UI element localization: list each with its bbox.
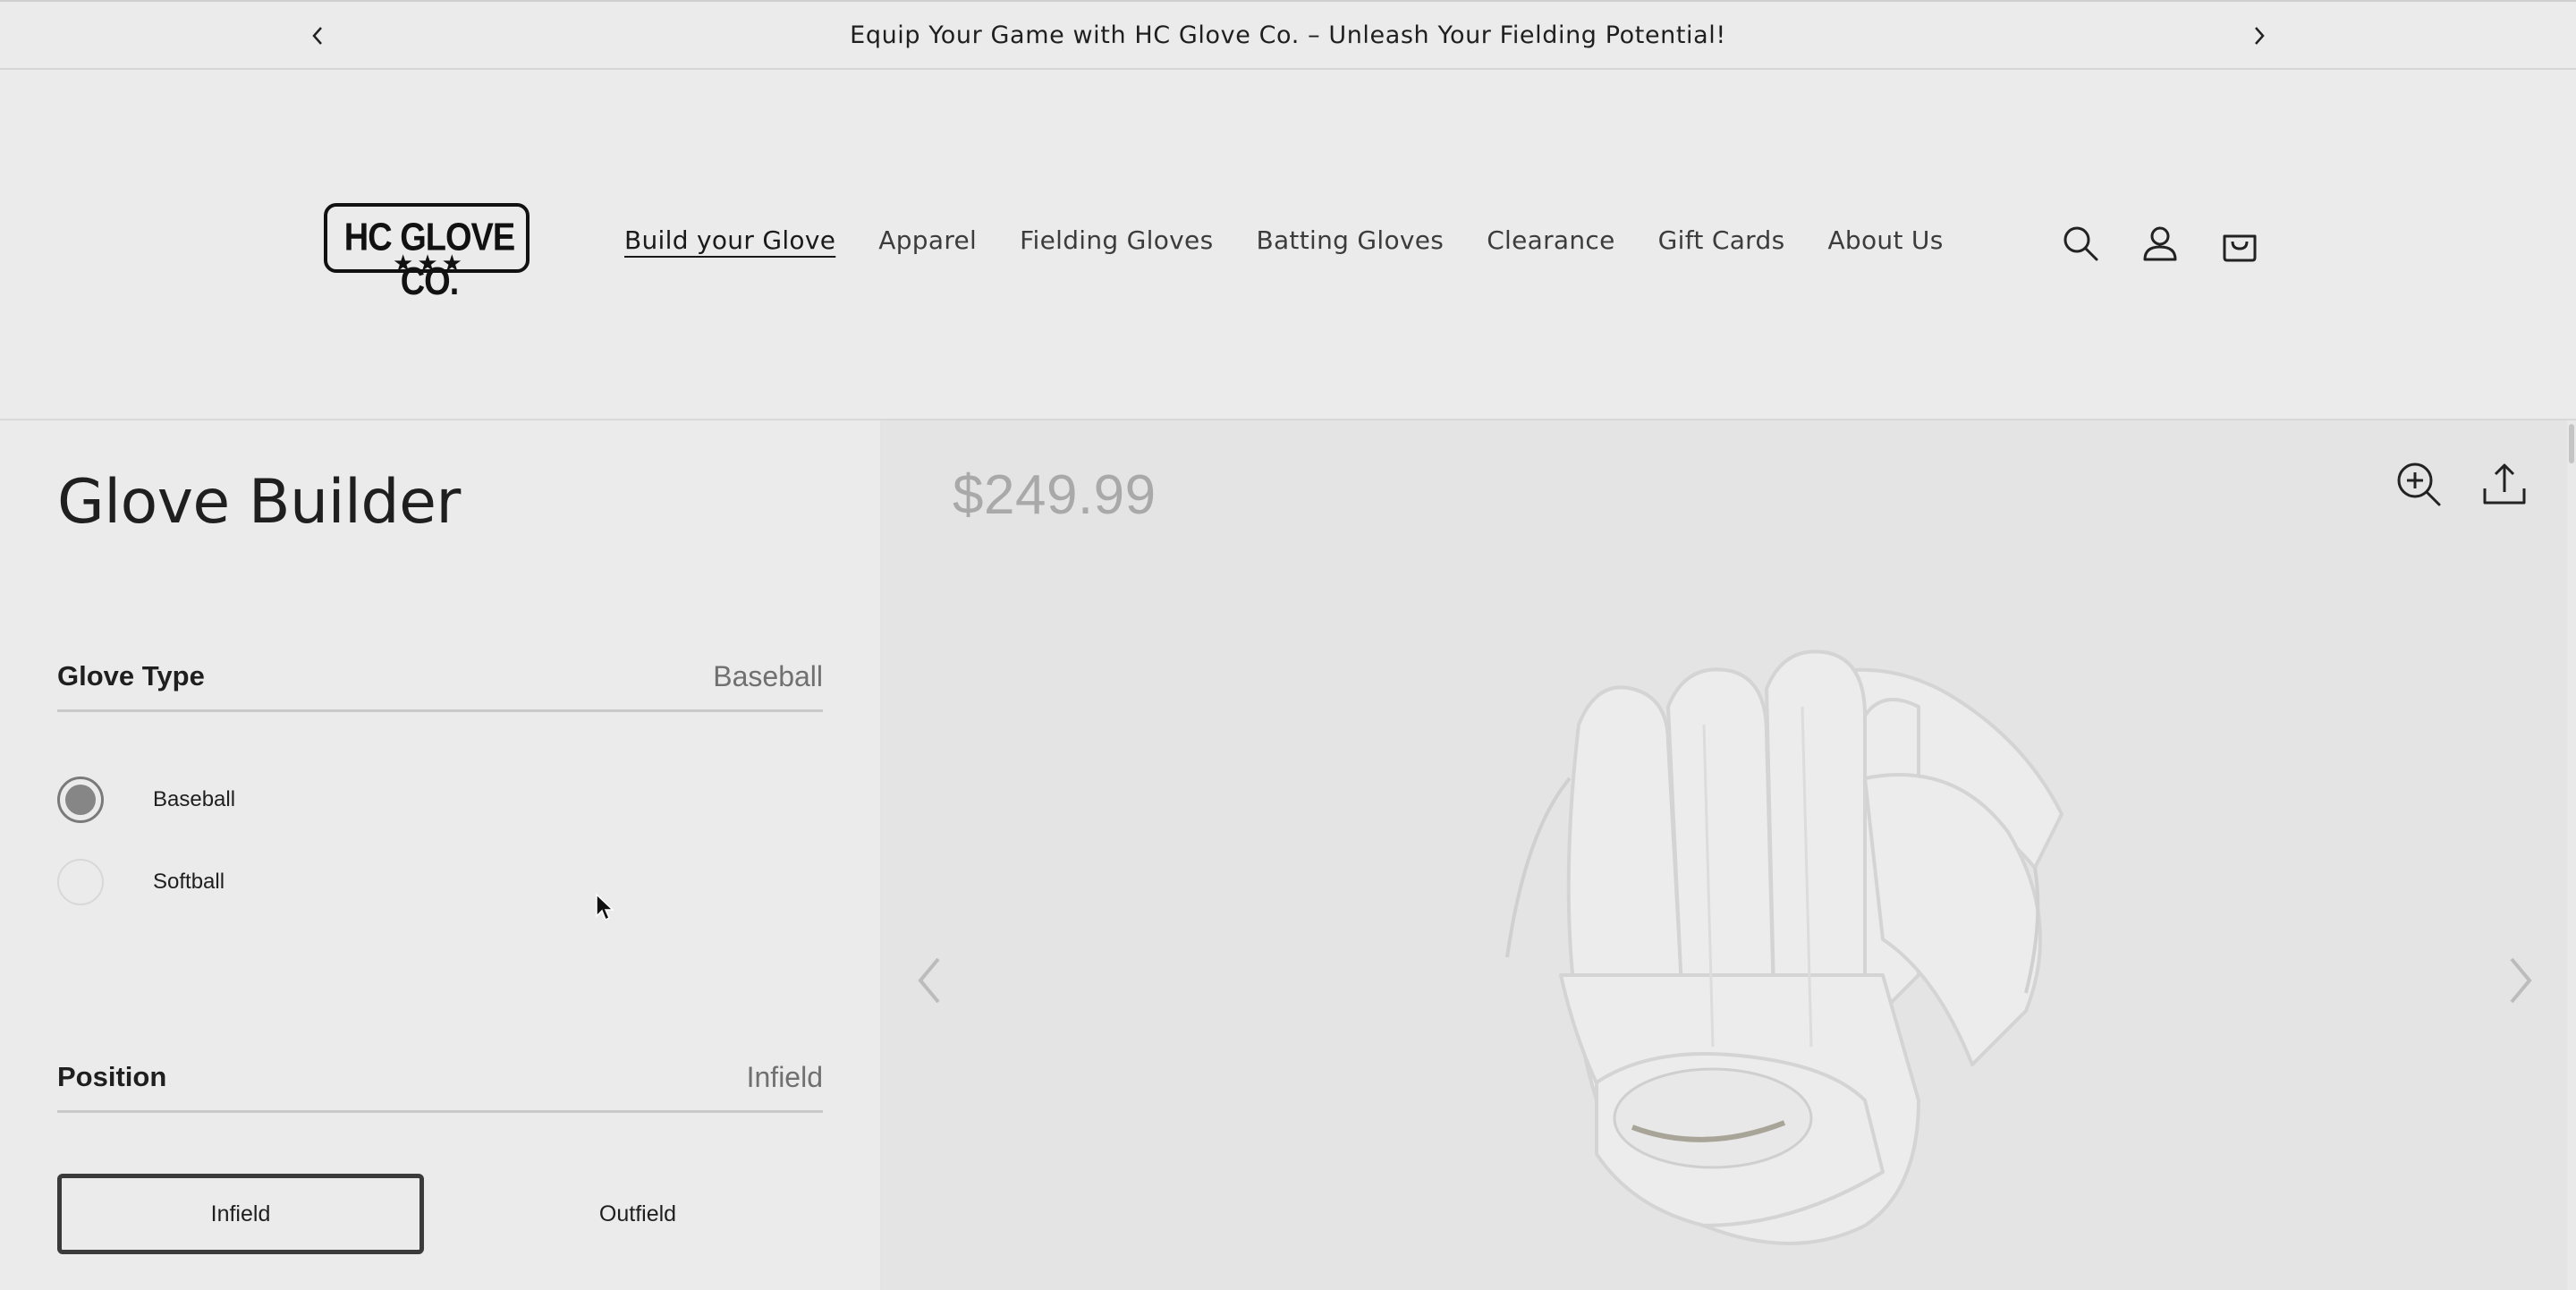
zoom-in-icon[interactable] — [2393, 458, 2446, 512]
image-prev-button[interactable] — [908, 948, 953, 1013]
position-infield-button[interactable]: Infield — [57, 1174, 424, 1254]
page-title: Glove Builder — [57, 467, 461, 538]
share-icon[interactable] — [2478, 458, 2531, 512]
radio-baseball-label: Baseball — [153, 787, 236, 811]
search-icon[interactable] — [2059, 222, 2102, 265]
nav-about-us[interactable]: About Us — [1827, 225, 1943, 255]
logo[interactable]: HC GLOVE CO. ★★★ — [324, 132, 535, 303]
position-header: Position Infield — [57, 1056, 823, 1113]
builder-panel: Glove Builder Glove Type Baseball Baseba… — [0, 420, 881, 1290]
glove-type-header: Glove Type Baseball — [57, 655, 823, 712]
logo-stars: ★★★ — [393, 250, 466, 277]
glove-type-label: Glove Type — [57, 660, 205, 692]
announcement-next-button[interactable] — [2243, 20, 2275, 52]
nav-clearance[interactable]: Clearance — [1487, 225, 1614, 255]
radio-softball[interactable] — [57, 859, 104, 905]
nav-build-your-glove[interactable]: Build your Glove — [624, 225, 835, 255]
site-header: HC GLOVE CO. ★★★ Build your Glove Appare… — [0, 70, 2576, 420]
chevron-right-icon — [2255, 27, 2265, 45]
nav-fielding-gloves[interactable]: Fielding Gloves — [1020, 225, 1213, 255]
price: $249.99 — [953, 464, 1157, 526]
glove-type-option-softball[interactable]: Softball — [57, 859, 225, 905]
radio-softball-label: Softball — [153, 870, 225, 894]
chevron-left-icon — [918, 957, 940, 1004]
announcement-text: Equip Your Game with HC Glove Co. – Unle… — [850, 21, 1726, 49]
radio-baseball[interactable] — [57, 777, 104, 823]
scrollbar-thumb[interactable] — [2569, 424, 2574, 463]
mouse-cursor-icon — [596, 893, 614, 921]
glove-image — [1505, 649, 2063, 1245]
position-value: Infield — [746, 1061, 823, 1093]
position-outfield-button[interactable]: Outfield — [454, 1174, 821, 1254]
main-nav: Build your Glove Apparel Fielding Gloves… — [624, 225, 1987, 255]
account-icon[interactable] — [2139, 222, 2182, 265]
glove-type-option-baseball[interactable]: Baseball — [57, 777, 235, 823]
position-label: Position — [57, 1061, 167, 1092]
cart-icon[interactable] — [2218, 222, 2261, 265]
nav-apparel[interactable]: Apparel — [878, 225, 977, 255]
glove-type-value: Baseball — [713, 660, 823, 692]
chevron-right-icon — [2510, 957, 2532, 1004]
nav-batting-gloves[interactable]: Batting Gloves — [1256, 225, 1444, 255]
scrollbar[interactable] — [2567, 420, 2576, 1290]
nav-gift-cards[interactable]: Gift Cards — [1658, 225, 1785, 255]
image-next-button[interactable] — [2497, 948, 2542, 1013]
announcement-bar: Equip Your Game with HC Glove Co. – Unle… — [0, 0, 2576, 70]
preview-panel: $249.99 — [881, 420, 2576, 1290]
